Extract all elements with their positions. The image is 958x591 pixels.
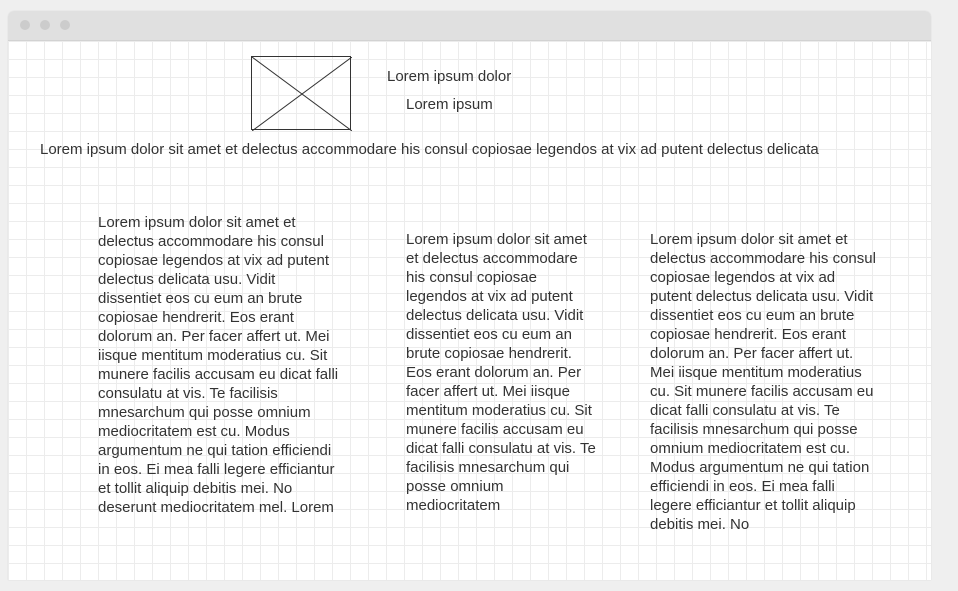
tagline-text: Lorem ipsum dolor sit amet et delectus a… bbox=[40, 141, 819, 158]
text-column-1: Lorem ipsum dolor sit amet et delectus a… bbox=[98, 214, 339, 516]
close-window-button[interactable] bbox=[20, 20, 30, 30]
image-placeholder-icon bbox=[251, 56, 352, 131]
maximize-window-button[interactable] bbox=[60, 20, 70, 30]
wireframe-canvas: Lorem ipsum dolor Lorem ipsum Lorem ipsu… bbox=[8, 41, 931, 580]
header-subtitle: Lorem ipsum bbox=[406, 96, 493, 113]
header-title: Lorem ipsum dolor bbox=[387, 68, 512, 85]
window-titlebar bbox=[8, 11, 931, 41]
text-column-3: Lorem ipsum dolor sit amet et delectus a… bbox=[650, 231, 876, 533]
text-column-2: Lorem ipsum dolor sit amet et delectus a… bbox=[406, 231, 596, 514]
minimize-window-button[interactable] bbox=[40, 20, 50, 30]
browser-window: Lorem ipsum dolor Lorem ipsum Lorem ipsu… bbox=[8, 11, 931, 580]
